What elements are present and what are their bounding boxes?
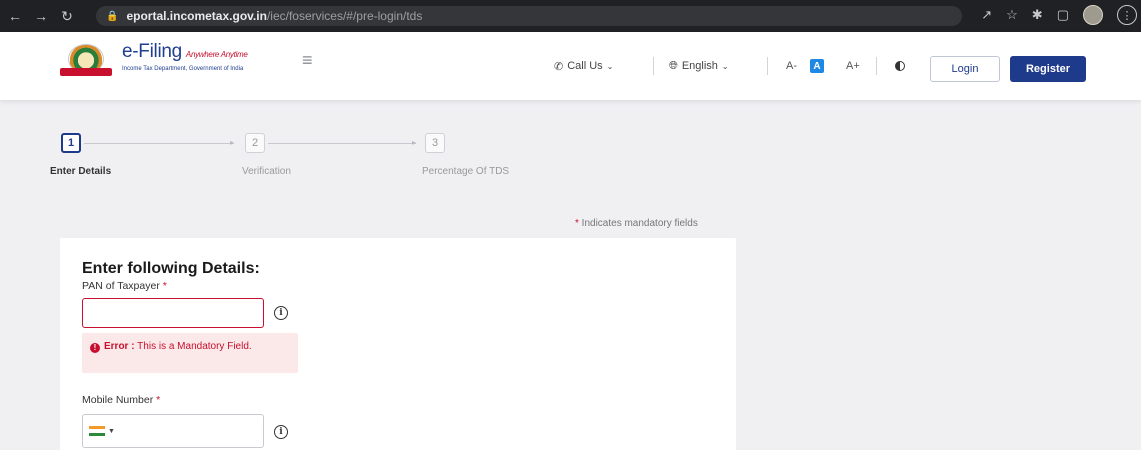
language-label: English xyxy=(681,60,718,72)
contrast-toggle-icon[interactable] xyxy=(895,61,905,71)
more-menu-icon[interactable]: ⋮ xyxy=(1117,5,1137,25)
brand-subtitle: Income Tax Department, Government of Ind… xyxy=(122,66,244,72)
call-us-label: Call Us xyxy=(567,60,603,72)
register-button[interactable]: Register xyxy=(1010,56,1086,82)
address-bar[interactable]: 🔒 eportal.incometax.gov.in /iec/foservic… xyxy=(96,6,962,26)
share-icon[interactable]: ↗ xyxy=(981,7,992,23)
step-arrow-icon: ▸ xyxy=(412,138,417,147)
language-dropdown[interactable]: 🌐︎ English ⌄ xyxy=(669,60,729,73)
font-default-button[interactable]: A xyxy=(810,59,824,73)
url-path: /iec/foservices/#/pre-login/tds xyxy=(266,9,423,23)
chevron-down-icon: ⌄ xyxy=(721,61,729,71)
efiling-logo[interactable]: e-Filing Anywhere Anytime Income Tax Depa… xyxy=(58,42,248,82)
emblem-icon xyxy=(58,42,116,82)
pan-input[interactable] xyxy=(82,298,264,328)
tab-icon[interactable]: ▢ xyxy=(1057,7,1069,23)
chevron-down-icon: ⌄ xyxy=(606,61,614,71)
pan-info-icon[interactable]: i xyxy=(274,306,288,320)
bookmark-star-icon[interactable]: ☆ xyxy=(1006,7,1018,23)
lock-icon: 🔒 xyxy=(106,10,119,22)
login-button[interactable]: Login xyxy=(930,56,1000,82)
india-flag-icon[interactable] xyxy=(89,426,105,436)
mobile-number-input[interactable]: ▼ xyxy=(82,414,264,448)
step-2-indicator: 2 xyxy=(245,133,265,153)
url-host: eportal.incometax.gov.in xyxy=(126,9,267,23)
phone-icon: ✆ xyxy=(554,60,564,73)
font-decrease-button[interactable]: A- xyxy=(786,60,797,72)
form-title: Enter following Details: xyxy=(82,260,260,277)
brand-name: e-Filing Anywhere Anytime xyxy=(122,41,248,62)
step-3-indicator: 3 xyxy=(425,133,445,153)
step-arrow-icon: ▸ xyxy=(230,138,235,147)
font-increase-button[interactable]: A+ xyxy=(846,60,860,72)
profile-avatar[interactable] xyxy=(1083,5,1103,25)
brand-tagline: Anywhere Anytime xyxy=(185,50,248,59)
divider xyxy=(767,57,768,75)
hamburger-menu-icon[interactable]: ≡ xyxy=(302,50,313,71)
pan-label: PAN of Taxpayer * xyxy=(82,280,167,292)
details-form-card: Enter following Details: PAN of Taxpayer… xyxy=(60,238,736,450)
error-icon: ! xyxy=(90,343,100,353)
mobile-label: Mobile Number * xyxy=(82,394,161,406)
divider xyxy=(876,57,877,75)
step-3-label: Percentage Of TDS xyxy=(422,166,510,177)
mobile-info-icon[interactable]: i xyxy=(274,425,288,439)
reload-icon[interactable]: ↻ xyxy=(56,5,78,27)
country-chevron-down-icon[interactable]: ▼ xyxy=(108,428,115,435)
extensions-icon[interactable]: ✱ xyxy=(1032,7,1043,23)
pan-error-message: ! Error : This is a Mandatory Field. xyxy=(82,333,298,373)
step-1-label: Enter Details xyxy=(50,166,112,177)
globe-icon: 🌐︎ xyxy=(669,59,678,72)
call-us-dropdown[interactable]: ✆ Call Us ⌄ xyxy=(554,60,613,73)
step-connector xyxy=(84,143,234,144)
step-connector xyxy=(268,143,416,144)
step-1-indicator: 1 xyxy=(61,133,81,153)
forward-icon[interactable]: → xyxy=(30,5,52,27)
step-2-label: Verification xyxy=(242,166,291,177)
mandatory-note: * Indicates mandatory fields xyxy=(575,218,698,229)
browser-toolbar: ← → ↻ 🔒 eportal.incometax.gov.in /iec/fo… xyxy=(0,0,1141,32)
divider xyxy=(653,57,654,75)
back-icon[interactable]: ← xyxy=(4,5,26,27)
